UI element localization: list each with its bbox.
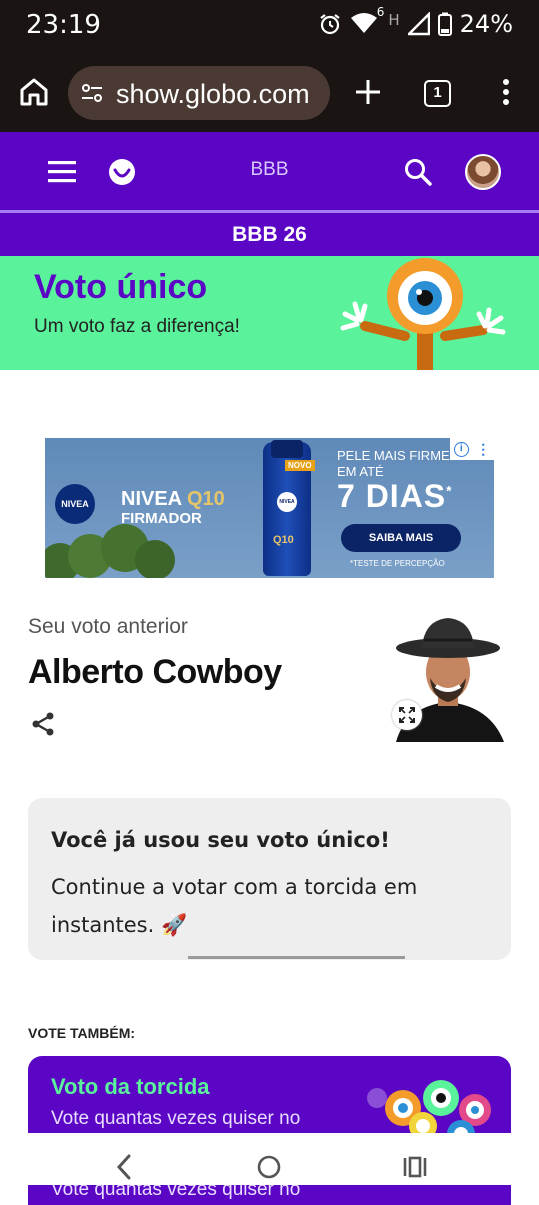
recents-icon[interactable] — [402, 1155, 428, 1179]
site-settings-icon[interactable] — [80, 81, 104, 105]
share-icon[interactable] — [30, 711, 56, 737]
ad-choices[interactable]: i ⋮ — [450, 438, 494, 460]
big-brother-eye-mascot-icon — [340, 258, 506, 370]
tab-count: 1 — [433, 84, 442, 101]
participant-photo[interactable] — [386, 614, 510, 742]
url-bar[interactable]: show.globo.com — [68, 66, 330, 120]
new-tab-icon[interactable] — [350, 74, 386, 110]
voto-torcida-card[interactable]: Voto da torcida Vote quantas vezes quise… — [28, 1056, 511, 1136]
battery-icon — [437, 12, 452, 36]
home-nav-icon[interactable] — [256, 1154, 282, 1180]
ad-product-line2: FIRMADOR — [121, 510, 202, 527]
search-icon[interactable] — [403, 157, 433, 187]
previous-vote-label: Seu voto anterior — [28, 615, 188, 638]
alarm-icon — [320, 14, 341, 35]
ad-headline-top: PELE MAIS FIRME — [337, 448, 450, 463]
expand-icon[interactable] — [392, 700, 422, 730]
ad-headline-mid: EM ATÉ — [337, 464, 384, 479]
new-badge: NOVO — [285, 460, 315, 471]
back-icon[interactable] — [113, 1153, 135, 1181]
ad-banner[interactable]: NIVEA NIVEA Q10 FIRMADOR NIVEA Q10 NOVO … — [45, 438, 494, 578]
ad-disclaimer: *TESTE DE PERCEPÇÃO — [350, 559, 445, 568]
tabs-icon[interactable]: 1 — [424, 80, 451, 107]
vote-used-message: Continue a votar com a torcida em instan… — [51, 875, 418, 937]
ad-info-icon[interactable]: i — [453, 441, 469, 457]
status-bar: 23:19 6 H 24% — [0, 0, 539, 54]
nivea-logo: NIVEA — [55, 484, 95, 524]
wifi-icon — [351, 13, 378, 33]
section-title[interactable]: BBB 26 — [0, 213, 539, 256]
browser-toolbar: show.globo.com 1 — [0, 54, 539, 132]
card-scroll-indicator — [188, 956, 405, 959]
clock: 23:19 — [26, 10, 101, 40]
ad-product-name: NIVEA — [121, 488, 182, 510]
voto-torcida-subtitle: Vote quantas vezes quiser no — [51, 1108, 301, 1129]
ad-more-icon[interactable]: ⋮ — [476, 442, 490, 456]
hero-banner: Voto único Um voto faz a diferença! — [0, 256, 539, 370]
home-icon[interactable] — [16, 74, 52, 110]
network-type: H — [388, 11, 400, 29]
site-brand[interactable]: BBB — [0, 159, 539, 181]
ad-product-q10: Q10 — [186, 488, 225, 510]
hero-title: Voto único — [34, 268, 208, 306]
ad-cta-button[interactable]: SAIBA MAIS — [341, 524, 461, 552]
mascot-crowd-icon — [367, 1080, 491, 1136]
vote-used-title: Você já usou seu voto único! — [51, 828, 390, 852]
battery-level: 24% — [459, 10, 513, 38]
trees-graphic — [45, 524, 175, 578]
avatar[interactable] — [465, 154, 501, 190]
vote-also-heading: VOTE TAMBÉM: — [28, 1025, 136, 1041]
signal-icon — [407, 12, 430, 36]
vote-used-card: Você já usou seu voto único! Continue a … — [28, 798, 511, 960]
scrolled-card-ghost: Vote quantas vezes quiser no — [28, 1185, 511, 1205]
more-icon[interactable] — [488, 74, 524, 110]
system-nav-bar: Vote quantas vezes quiser no — [0, 1133, 539, 1205]
voto-torcida-title: Voto da torcida — [51, 1074, 210, 1099]
site-header: BBB — [0, 132, 539, 212]
url-text: show.globo.com — [116, 79, 310, 109]
hero-subtitle: Um voto faz a diferença! — [34, 316, 240, 337]
previous-vote-name: Alberto Cowboy — [28, 653, 282, 691]
ad-headline-big: 7 DIAS* — [337, 478, 453, 514]
network-label: 6 — [376, 5, 385, 19]
